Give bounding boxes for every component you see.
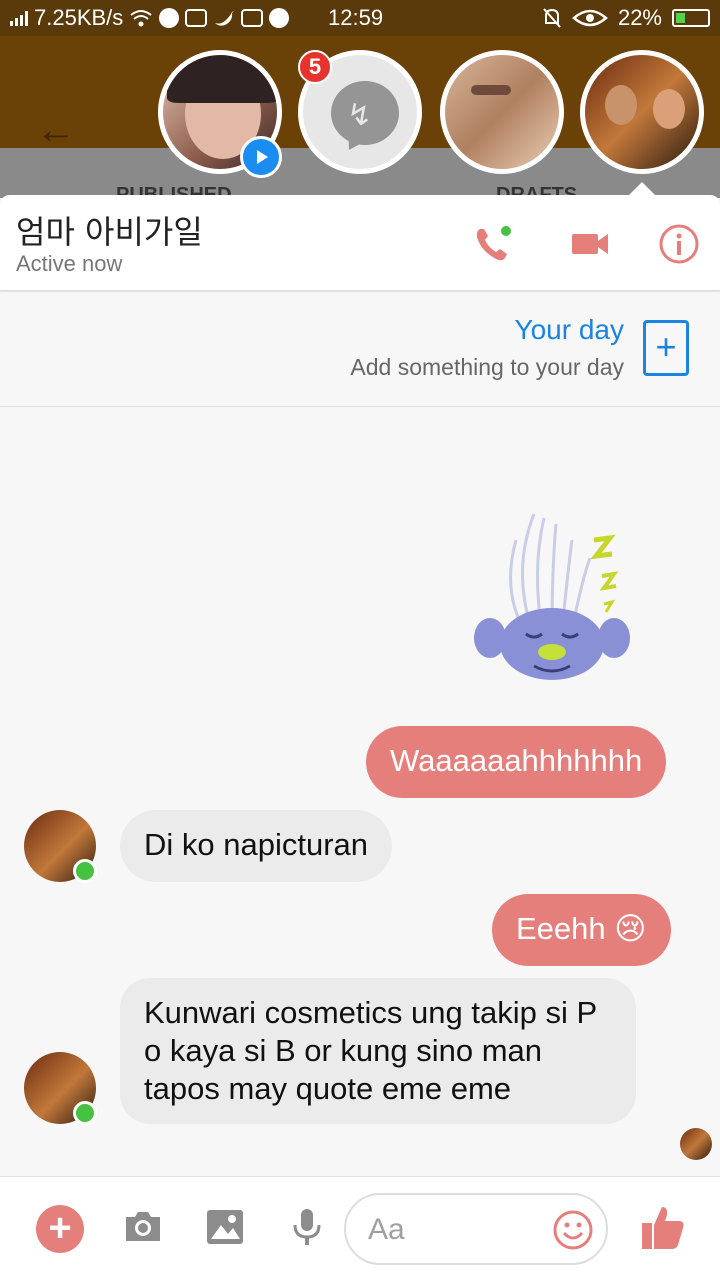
clock: 12:59	[328, 5, 384, 30]
battery-percent: 22%	[617, 5, 662, 30]
play-icon	[240, 136, 282, 178]
messenger-icon: ↯	[331, 81, 399, 145]
info-icon[interactable]	[658, 223, 700, 265]
app-notification-icon	[185, 9, 208, 27]
message-input-container[interactable]	[344, 1193, 608, 1265]
contact-status: Active now	[16, 251, 123, 276]
battery-icon	[672, 9, 710, 27]
emoji-icon[interactable]	[552, 1209, 594, 1251]
messenger-notification-icon	[159, 8, 180, 28]
back-arrow-icon[interactable]: ←	[36, 108, 76, 153]
mail-icon	[241, 9, 264, 27]
image-icon[interactable]	[204, 1207, 246, 1247]
status-bar: 7.25KB/s 12:59 22%	[0, 0, 720, 36]
your-day-subtitle: Add something to your day	[350, 354, 624, 380]
active-chat-caret	[628, 182, 656, 196]
sleeping-troll-sticker	[474, 513, 630, 680]
thumbs-up-icon[interactable]	[640, 1203, 686, 1251]
message-input[interactable]	[368, 1211, 538, 1249]
your-day-title[interactable]: Your day	[515, 314, 625, 346]
wifi-icon	[130, 10, 152, 27]
camera-icon[interactable]	[122, 1207, 164, 1247]
microphone-icon[interactable]	[286, 1207, 328, 1247]
message-outgoing[interactable]: Eeehh 😢	[492, 894, 671, 966]
plus-icon[interactable]: +	[36, 1205, 84, 1253]
signal-icon	[10, 10, 28, 26]
add-to-day-button[interactable]: +	[643, 320, 689, 376]
message-composer: +	[0, 1176, 720, 1280]
network-speed: 7.25KB/s	[34, 5, 124, 30]
online-indicator	[73, 1101, 97, 1125]
chat-header: 엄마 아비가일 Active now	[0, 195, 720, 290]
seen-avatar	[680, 1128, 712, 1160]
your-day-prompt[interactable]: Your day Add something to your day +	[0, 291, 720, 407]
chat-head-3[interactable]	[440, 50, 564, 174]
unread-badge: 5	[298, 50, 332, 84]
contact-name[interactable]: 엄마 아비가일	[16, 207, 203, 253]
message-outgoing[interactable]: Waaaaaahhhhhhh	[366, 726, 667, 798]
eye-icon	[572, 9, 608, 27]
mute-bell-icon	[543, 8, 561, 28]
video-camera-icon[interactable]	[570, 223, 612, 265]
chat-window: 엄마 아비가일 Active now Your day Add somethin…	[0, 195, 720, 1280]
chat-notification-icon	[269, 8, 290, 28]
online-indicator	[73, 859, 97, 883]
message-incoming[interactable]: Kunwari cosmetics ung takip si P o kaya …	[120, 978, 636, 1124]
twitter-icon	[215, 11, 235, 26]
chat-head-4-active[interactable]	[580, 50, 704, 174]
message-incoming[interactable]: Di ko napicturan	[120, 810, 393, 882]
phone-icon[interactable]	[472, 223, 514, 265]
